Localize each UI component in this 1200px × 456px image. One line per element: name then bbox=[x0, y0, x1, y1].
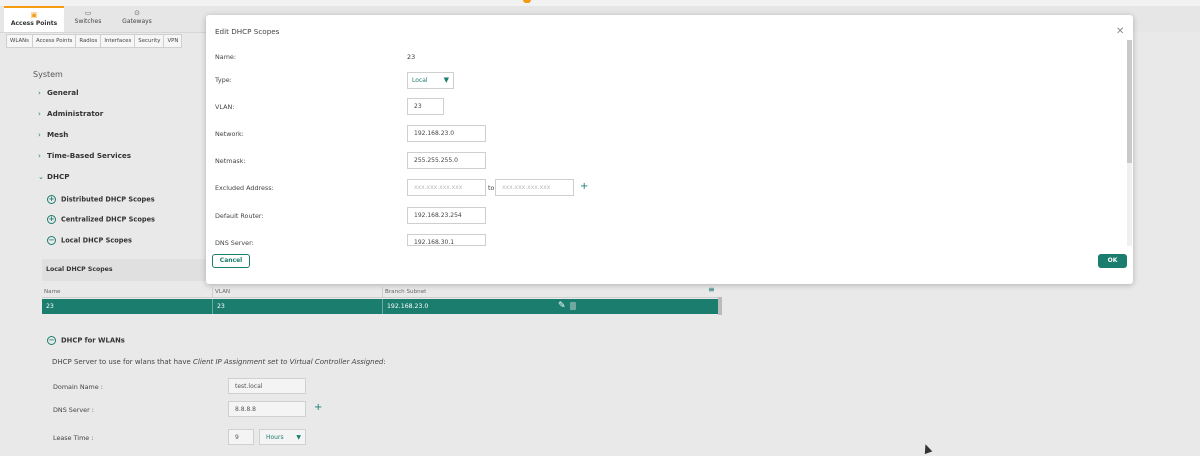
chevron-right-icon: › bbox=[38, 151, 41, 160]
lease-time-label: Lease Time : bbox=[53, 434, 94, 442]
switch-icon: ▭ bbox=[84, 9, 92, 17]
cancel-button[interactable]: Cancel bbox=[212, 254, 250, 268]
delete-trash-icon[interactable] bbox=[570, 302, 576, 310]
tab-gateways[interactable]: ⊙ Gateways bbox=[112, 6, 162, 32]
modal-scrollbar-thumb[interactable] bbox=[1127, 40, 1132, 163]
tab-label: Gateways bbox=[122, 18, 152, 25]
chevron-down-icon: ⌄ bbox=[38, 172, 45, 181]
dropdown-arrow-icon: ▼ bbox=[443, 76, 449, 84]
column-header-name[interactable]: Name bbox=[42, 287, 61, 297]
name-label: Name: bbox=[215, 53, 237, 61]
type-label: Type: bbox=[215, 76, 232, 84]
netmask-input[interactable]: 255.255.255.0 bbox=[407, 152, 486, 169]
subtab-access-points[interactable]: Access Points bbox=[32, 34, 77, 48]
expand-plus-icon: + bbox=[47, 195, 56, 204]
name-value: 23 bbox=[407, 53, 416, 61]
network-label: Network: bbox=[215, 130, 244, 138]
modal-title: Edit DHCP Scopes bbox=[215, 27, 280, 36]
default-router-label: Default Router: bbox=[215, 212, 264, 220]
tab-access-points[interactable]: ▣ Access Points bbox=[4, 6, 64, 32]
dropdown-arrow-icon: ▼ bbox=[296, 434, 301, 441]
config-sub-tabs: WLANs Access Points Radios Interfaces Se… bbox=[6, 34, 183, 48]
distributed-dhcp-scopes-toggle[interactable]: + Distributed DHCP Scopes bbox=[47, 195, 155, 204]
cell-branch-subnet: 192.168.23.0 bbox=[382, 299, 428, 314]
background-panel bbox=[1133, 32, 1200, 456]
lease-time-input[interactable]: 9 bbox=[228, 429, 254, 445]
table-scrollbar[interactable] bbox=[718, 297, 722, 315]
tab-label: Switches bbox=[74, 18, 102, 25]
tab-switches[interactable]: ▭ Switches bbox=[66, 6, 110, 32]
collapse-minus-icon: − bbox=[47, 336, 56, 345]
nav-mesh[interactable]: › Mesh bbox=[38, 130, 68, 139]
expand-plus-icon: + bbox=[47, 215, 56, 224]
table-row[interactable]: 23 23 192.168.23.0 ✎ bbox=[42, 299, 718, 314]
excluded-from-input[interactable]: xxx.xxx.xxx.xxx bbox=[407, 179, 486, 196]
dhcp-for-wlans-toggle[interactable]: − DHCP for WLANs bbox=[47, 336, 125, 345]
vlan-input[interactable]: 23 bbox=[407, 98, 444, 115]
chevron-right-icon: › bbox=[38, 88, 41, 97]
column-header-vlan[interactable]: VLAN bbox=[212, 287, 230, 297]
default-router-input[interactable]: 192.168.23.254 bbox=[407, 207, 486, 224]
dns-server-input[interactable]: 8.8.8.8 bbox=[228, 401, 306, 417]
nav-general[interactable]: › General bbox=[38, 88, 79, 97]
cell-name: 23 bbox=[46, 303, 54, 310]
ok-button[interactable]: OK bbox=[1098, 254, 1127, 268]
table-header-row: Name VLAN Branch Subnet ≡ bbox=[42, 285, 722, 298]
type-select[interactable]: Local ▼ bbox=[407, 72, 454, 89]
local-dhcp-scopes-toggle[interactable]: − Local DHCP Scopes bbox=[47, 236, 132, 245]
subtab-wlans[interactable]: WLANs bbox=[6, 34, 33, 48]
dns-server-label: DNS Server: bbox=[215, 239, 254, 247]
edit-dhcp-scopes-modal: Edit DHCP Scopes ✕ Name: 23 Type: Local ▼… bbox=[206, 15, 1133, 284]
excluded-to-label: to bbox=[488, 184, 495, 192]
nav-dhcp[interactable]: ⌄ DHCP bbox=[38, 172, 70, 181]
column-header-branch-subnet[interactable]: Branch Subnet bbox=[382, 287, 426, 297]
chevron-right-icon: › bbox=[38, 109, 41, 118]
centralized-dhcp-scopes-toggle[interactable]: + Centralized DHCP Scopes bbox=[47, 215, 155, 224]
lease-unit-select[interactable]: Hours ▼ bbox=[259, 429, 306, 445]
edit-pencil-icon[interactable]: ✎ bbox=[558, 301, 566, 311]
section-title: System bbox=[33, 70, 63, 79]
chevron-right-icon: › bbox=[38, 130, 41, 139]
subtab-vpn[interactable]: VPN bbox=[163, 34, 183, 48]
gateway-icon: ⊙ bbox=[134, 9, 140, 17]
nav-time-based-services[interactable]: › Time-Based Services bbox=[38, 151, 131, 160]
collapse-minus-icon: − bbox=[47, 236, 56, 245]
cell-vlan: 23 bbox=[212, 299, 225, 314]
domain-name-input[interactable]: test.local bbox=[228, 378, 306, 394]
excluded-address-label: Excluded Address: bbox=[215, 184, 274, 192]
netmask-label: Netmask: bbox=[215, 157, 246, 165]
domain-name-label: Domain Name : bbox=[53, 383, 103, 391]
close-icon[interactable]: ✕ bbox=[1116, 26, 1124, 37]
wlans-description: DHCP Server to use for wlans that have C… bbox=[52, 358, 386, 366]
tab-label: Access Points bbox=[10, 20, 58, 27]
subtab-security[interactable]: Security bbox=[134, 34, 165, 48]
dns-server-label: DNS Server : bbox=[53, 406, 94, 414]
nav-administrator[interactable]: › Administrator bbox=[38, 109, 103, 118]
subtab-radios[interactable]: Radios bbox=[75, 34, 102, 48]
subtab-interfaces[interactable]: Interfaces bbox=[100, 34, 136, 48]
excluded-to-input[interactable]: xxx.xxx.xxx.xxx bbox=[495, 179, 574, 196]
network-input[interactable]: 192.168.23.0 bbox=[407, 125, 486, 142]
column-menu-icon[interactable]: ≡ bbox=[708, 285, 715, 294]
mouse-cursor-icon bbox=[921, 442, 933, 455]
dns-server-input[interactable]: 192.168.30.1 bbox=[407, 234, 486, 246]
access-point-icon: ▣ bbox=[30, 11, 38, 19]
vlan-label: VLAN: bbox=[215, 103, 235, 111]
add-dns-server-icon[interactable]: + bbox=[314, 402, 322, 413]
add-excluded-address-icon[interactable]: + bbox=[580, 181, 588, 192]
table-title: Local DHCP Scopes bbox=[42, 259, 206, 281]
